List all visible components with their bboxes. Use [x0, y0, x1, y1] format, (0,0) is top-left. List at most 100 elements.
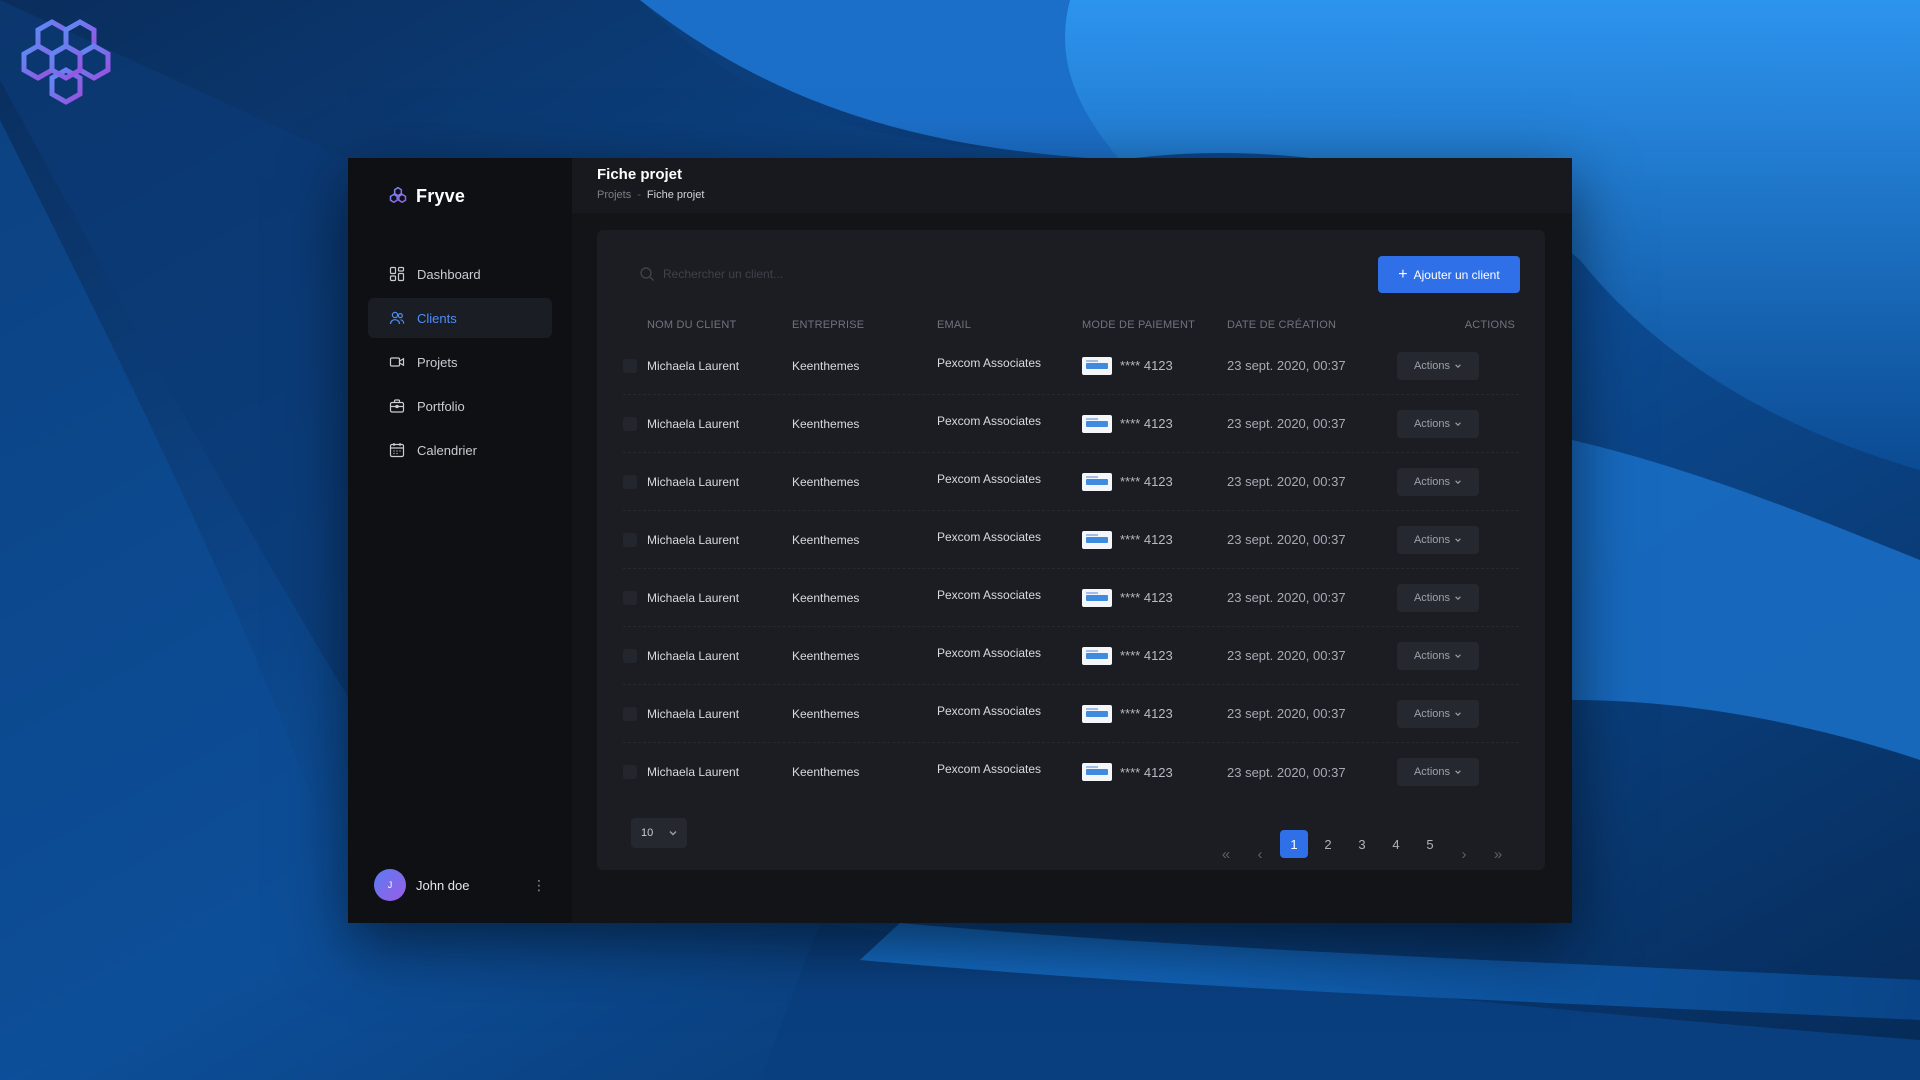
- column-header-email[interactable]: EMAIL: [937, 319, 1082, 331]
- sidebar-item-dashboard[interactable]: Dashboard: [368, 254, 552, 294]
- card-number: **** 4123: [1120, 474, 1173, 489]
- calendar-icon: [389, 443, 405, 458]
- page-button-5[interactable]: 5: [1416, 830, 1444, 858]
- actions-dropdown-button[interactable]: Actions: [1397, 351, 1479, 380]
- user-profile[interactable]: J John doe ⋮: [374, 867, 546, 903]
- search-input[interactable]: [663, 267, 883, 281]
- column-header-actions: ACTIONS: [1464, 319, 1515, 331]
- page-button-1[interactable]: 1: [1280, 830, 1308, 858]
- column-header-name[interactable]: NOM DU CLIENT: [647, 319, 792, 331]
- payment-method: **** 4123: [1082, 646, 1227, 665]
- client-email: Pexcom Associates: [937, 762, 1042, 776]
- page-button-2[interactable]: 2: [1314, 830, 1342, 858]
- chevron-down-icon: [1455, 537, 1461, 542]
- brand[interactable]: Fryve: [368, 158, 552, 234]
- client-company: Keenthemes: [792, 648, 860, 663]
- column-header-payment[interactable]: MODE DE PAIEMENT: [1082, 319, 1227, 331]
- client-email: Pexcom Associates: [937, 587, 1042, 602]
- client-company: Keenthemes: [792, 416, 860, 431]
- chevron-down-icon: [1455, 595, 1461, 600]
- pagination: « ‹ 1 2 3 4 5 › »: [1212, 820, 1512, 868]
- row-checkbox[interactable]: [623, 532, 637, 547]
- credit-card-icon: [1082, 646, 1112, 665]
- payment-method: **** 4123: [1082, 472, 1227, 491]
- row-checkbox[interactable]: [623, 765, 637, 779]
- client-company: Keenthemes: [792, 590, 860, 605]
- actions-cell: Actions: [1397, 758, 1519, 786]
- briefcase-icon: [389, 399, 405, 413]
- sidebar-item-calendrier[interactable]: Calendrier: [368, 430, 552, 470]
- row-checkbox[interactable]: [623, 358, 637, 373]
- clients-table: NOM DU CLIENT ENTREPRISE EMAIL MODE DE P…: [623, 313, 1519, 801]
- sidebar: Fryve Dashboard Clients Projets Portfoli…: [348, 158, 572, 923]
- credit-card-icon: [1082, 704, 1112, 723]
- creation-date: 23 sept. 2020, 00:37: [1227, 648, 1346, 663]
- main-content: Fiche projet Projets - Fiche projet + Aj…: [572, 158, 1572, 923]
- client-company: Keenthemes: [792, 532, 860, 547]
- page-button-3[interactable]: 3: [1348, 830, 1376, 858]
- video-icon: [389, 357, 405, 367]
- payment-method: **** 4123: [1082, 356, 1227, 375]
- credit-card-icon: [1082, 472, 1112, 491]
- row-checkbox[interactable]: [623, 648, 637, 663]
- client-name: Michaela Laurent: [647, 358, 740, 373]
- column-header-company[interactable]: ENTREPRISE: [792, 319, 937, 331]
- table-row: Michaela Laurent Keenthemes Pexcom Associa…: [623, 743, 1519, 801]
- actions-dropdown-button[interactable]: Actions: [1397, 409, 1479, 438]
- sidebar-item-portfolio[interactable]: Portfolio: [368, 386, 552, 426]
- actions-label: Actions: [1413, 766, 1451, 778]
- sidebar-item-projets[interactable]: Projets: [368, 342, 552, 382]
- actions-label: Actions: [1413, 533, 1451, 546]
- actions-cell: Actions: [1397, 525, 1519, 554]
- client-name: Michaela Laurent: [647, 416, 740, 431]
- chevron-down-icon: [1455, 479, 1461, 484]
- plus-icon: +: [1398, 265, 1408, 283]
- creation-date: 23 sept. 2020, 00:37: [1227, 706, 1346, 721]
- client-name: Michaela Laurent: [647, 590, 740, 605]
- actions-dropdown-button[interactable]: Actions: [1397, 525, 1479, 554]
- payment-method: **** 4123: [1082, 763, 1227, 781]
- actions-dropdown-button[interactable]: Actions: [1397, 758, 1479, 786]
- sidebar-item-clients[interactable]: Clients: [368, 298, 552, 338]
- fryve-logo-icon: [389, 186, 407, 204]
- column-header-date[interactable]: DATE DE CRÉATION: [1227, 319, 1397, 331]
- page-button-4[interactable]: 4: [1382, 830, 1410, 858]
- chevron-down-icon: [1455, 770, 1461, 774]
- actions-dropdown-button[interactable]: Actions: [1397, 467, 1479, 496]
- search-bar: [639, 266, 883, 282]
- actions-dropdown-button[interactable]: Actions: [1397, 583, 1479, 612]
- row-checkbox[interactable]: [623, 416, 637, 431]
- sidebar-item-label: Projets: [417, 354, 458, 370]
- actions-label: Actions: [1413, 359, 1451, 372]
- page-size-select[interactable]: 10: [631, 818, 687, 848]
- client-name: Michaela Laurent: [647, 706, 740, 721]
- sidebar-item-label: Calendrier: [417, 442, 477, 458]
- breadcrumb-projets[interactable]: Projets: [597, 189, 631, 201]
- actions-cell: Actions: [1397, 583, 1519, 612]
- actions-dropdown-button[interactable]: Actions: [1397, 699, 1479, 728]
- credit-card-icon: [1082, 414, 1112, 433]
- client-company: Keenthemes: [792, 358, 860, 373]
- kebab-menu-icon[interactable]: ⋮: [532, 878, 546, 892]
- sidebar-item-label: Clients: [417, 310, 457, 326]
- users-icon: [389, 311, 405, 325]
- payment-method: **** 4123: [1082, 530, 1227, 549]
- row-checkbox-cell: [623, 765, 647, 779]
- prev-page-icon[interactable]: ‹: [1246, 840, 1274, 868]
- card-number: **** 4123: [1120, 648, 1173, 663]
- add-client-button[interactable]: + Ajouter un client: [1378, 256, 1520, 293]
- creation-date: 23 sept. 2020, 00:37: [1227, 590, 1346, 605]
- client-email: Pexcom Associates: [937, 413, 1042, 428]
- breadcrumb-separator: -: [637, 189, 641, 201]
- next-page-icon[interactable]: ›: [1450, 840, 1478, 868]
- creation-date: 23 sept. 2020, 00:37: [1227, 474, 1346, 489]
- client-email: Pexcom Associates: [937, 355, 1042, 370]
- last-page-icon[interactable]: »: [1484, 840, 1512, 868]
- row-checkbox-cell: [623, 416, 647, 431]
- first-page-icon[interactable]: «: [1212, 840, 1240, 868]
- actions-dropdown-button[interactable]: Actions: [1397, 641, 1479, 670]
- row-checkbox[interactable]: [623, 706, 637, 721]
- sidebar-item-label: Portfolio: [417, 398, 465, 414]
- row-checkbox[interactable]: [623, 474, 637, 489]
- row-checkbox[interactable]: [623, 590, 637, 605]
